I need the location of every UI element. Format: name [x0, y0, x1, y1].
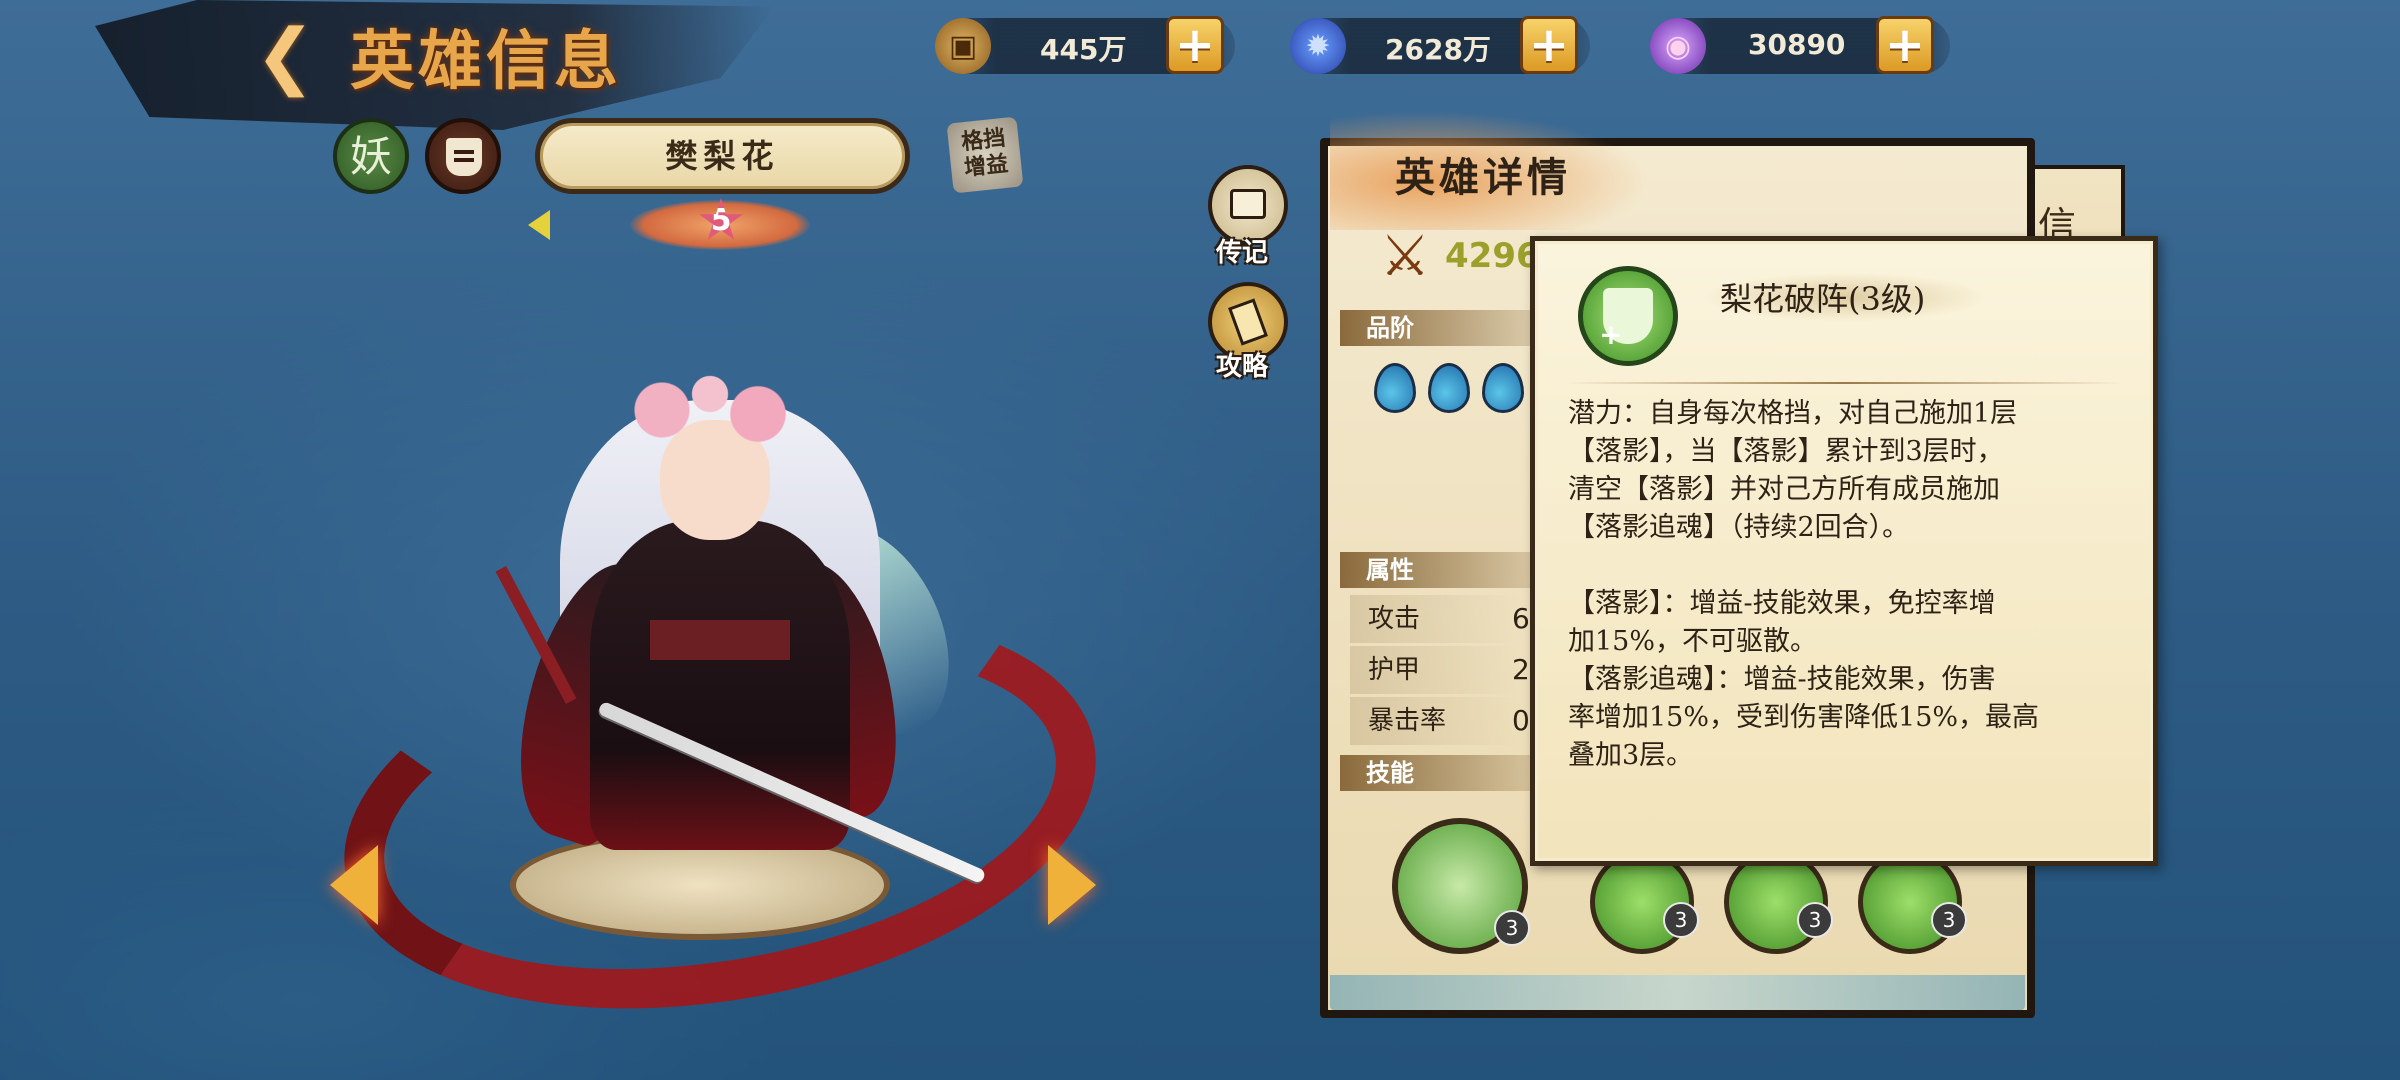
star-prev-arrow-icon[interactable]	[528, 210, 550, 240]
hero-sash	[650, 620, 790, 660]
combat-power-icon: ⚔	[1379, 224, 1431, 289]
attr-armor-label: 护甲	[1350, 646, 1520, 694]
tooltip-title: 梨花破阵(3级)	[1720, 280, 1926, 318]
skill-level-badge: 3	[1797, 902, 1833, 938]
skill-level-badge: 3	[1663, 902, 1699, 938]
add-soul-button[interactable]: +	[1520, 16, 1578, 74]
next-hero-arrow-icon[interactable]	[1048, 845, 1096, 925]
attr-armor-value: 2	[1512, 653, 1530, 686]
add-coin-button[interactable]: +	[1166, 16, 1224, 74]
purple-gem-icon: ◉	[1650, 18, 1706, 74]
paw-scroll-icon	[1230, 189, 1266, 219]
add-gem-button[interactable]: +	[1876, 16, 1934, 74]
page-title: 英雄信息	[350, 24, 622, 99]
attr-attack-label: 攻击	[1350, 595, 1520, 643]
coin-icon: ▣	[935, 18, 991, 74]
skill-level-badge: 3	[1494, 910, 1530, 946]
hero-role-tag: 格挡 增益	[946, 116, 1024, 194]
plus-icon: +	[1599, 318, 1623, 351]
strategy-scroll-icon	[1228, 298, 1268, 346]
panel-title: 英雄详情	[1395, 154, 1571, 201]
tooltip-divider	[1565, 382, 2123, 384]
soul-amount: 2628万	[1385, 33, 1491, 66]
biography-label: 传记	[1216, 238, 1269, 268]
attr-crit-value: 0	[1512, 704, 1530, 737]
strategy-label: 攻略	[1216, 352, 1269, 382]
faction-badge[interactable]: 妖	[333, 118, 409, 194]
class-helmet-icon[interactable]	[425, 118, 501, 194]
gem-amount: 30890	[1748, 28, 1846, 61]
soul-flame-icon: ✹	[1290, 18, 1346, 74]
panel-wave-decoration	[1330, 975, 2025, 1010]
attr-attack-value: 6	[1512, 602, 1530, 635]
hero-name: 樊梨花	[535, 118, 910, 194]
combat-power-value: 4296	[1445, 236, 1540, 276]
prev-hero-arrow-icon[interactable]	[330, 845, 378, 925]
attr-crit-label: 暴击率	[1350, 697, 1520, 745]
back-arrow-icon[interactable]: ❮	[255, 18, 335, 93]
hero-flower-hairpin	[630, 370, 790, 450]
skill-level-badge: 3	[1931, 902, 1967, 938]
coin-amount: 445万	[1040, 33, 1127, 66]
tooltip-description: 潜力：自身每次格挡，对自己施加1层 【落影】，当【落影】累计到3层时， 清空【落…	[1568, 398, 2040, 771]
